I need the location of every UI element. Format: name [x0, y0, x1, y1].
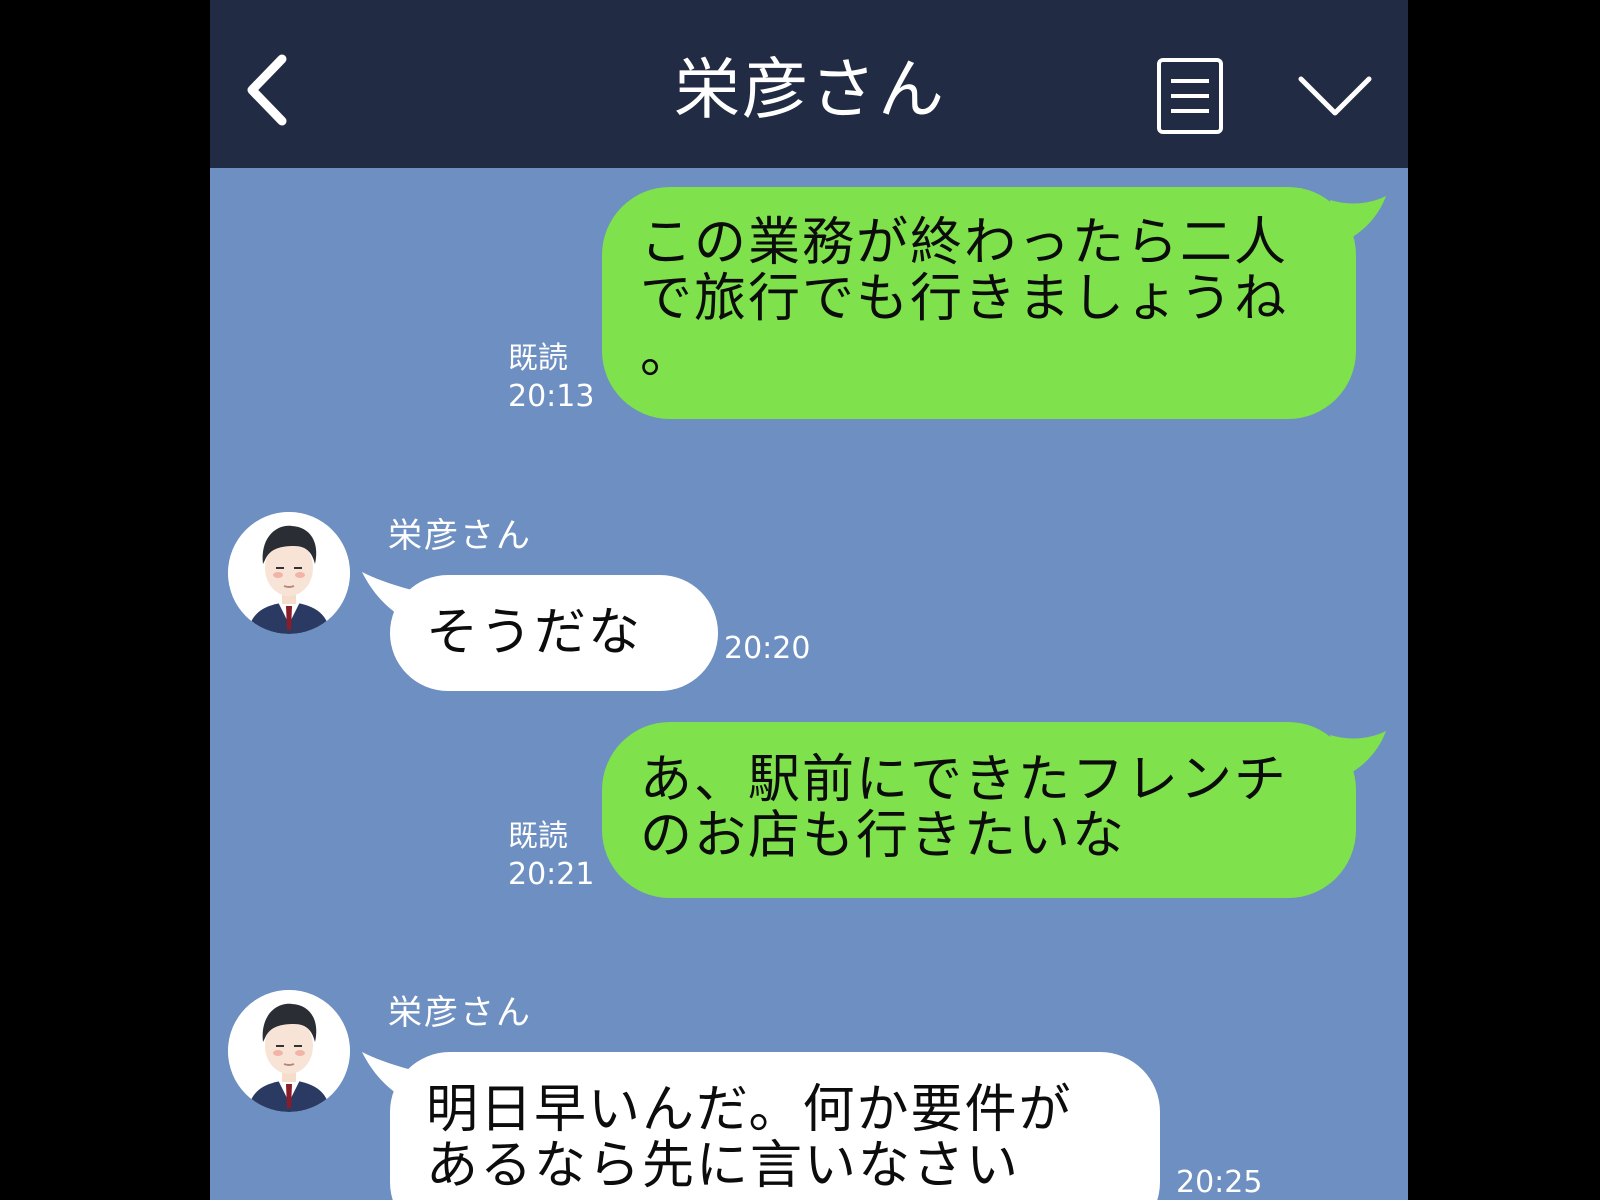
chevron-down-icon — [1298, 76, 1372, 116]
read-label: 既読 — [508, 819, 568, 854]
message-time: 20:25 — [1176, 1165, 1263, 1200]
message-time: 20:20 — [724, 631, 811, 666]
sender-name: 栄彦さん — [388, 993, 532, 1033]
message-time: 20:13 — [508, 379, 595, 414]
avatar[interactable] — [228, 990, 350, 1112]
chat-header: 栄彦さん — [210, 0, 1408, 168]
incoming-message-bubble[interactable]: そうだな — [390, 575, 718, 691]
read-label: 既読 — [508, 341, 568, 376]
man-avatar-icon — [228, 990, 350, 1112]
outgoing-message-bubble[interactable]: あ、駅前にできたフレンチ のお店も行きたいな — [602, 722, 1356, 898]
menu-button[interactable] — [1155, 56, 1225, 136]
bubble-tail — [1330, 196, 1386, 244]
message-meta: 既読 20:21 — [508, 818, 594, 894]
avatar[interactable] — [228, 512, 350, 634]
chat-title: 栄彦さん — [674, 51, 946, 128]
expand-button[interactable] — [1295, 65, 1375, 125]
man-avatar-icon — [228, 512, 350, 634]
bubble-tail — [1330, 731, 1386, 779]
chevron-left-icon — [247, 54, 287, 126]
sender-name: 栄彦さん — [388, 516, 532, 556]
message-time: 20:21 — [508, 857, 595, 892]
back-button[interactable] — [230, 45, 300, 135]
message-meta: 既読 20:13 — [508, 340, 594, 416]
outgoing-message-bubble[interactable]: この業務が終わったら二人 で旅行でも行きましょうね 。 — [602, 187, 1356, 419]
list-icon — [1157, 58, 1223, 134]
chat-screen: 栄彦さん 既読 20:13 この業務が終わったら二人 で旅行でも行きましょうね … — [210, 0, 1408, 1200]
incoming-message-bubble[interactable]: 明日早いんだ。何か要件が あるなら先に言いなさい — [390, 1052, 1160, 1200]
